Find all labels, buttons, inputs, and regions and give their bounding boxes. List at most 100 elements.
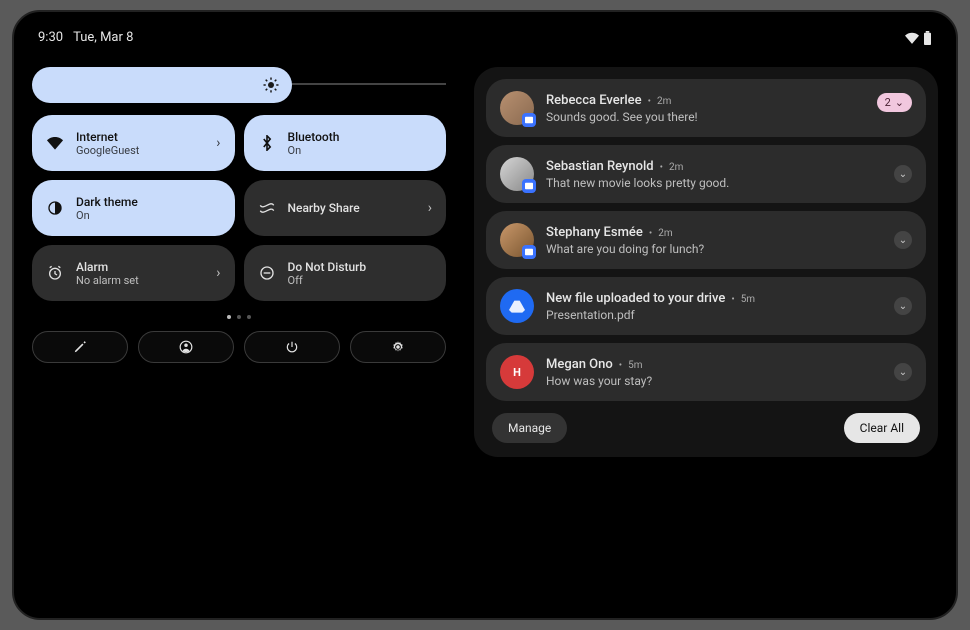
notification-sender: Stephany Esmée [546, 225, 643, 240]
dark-theme-icon [46, 199, 64, 217]
notification-message: How was your stay? [546, 374, 882, 388]
tile-title: Dark theme [76, 195, 221, 209]
chevron-down-icon: ⌄ [895, 96, 904, 109]
notification-item[interactable]: Rebecca Everlee • 2m Sounds good. See yo… [486, 79, 926, 137]
notification-actions: Manage Clear All [486, 409, 926, 445]
notification-count-pill[interactable]: 2 ⌄ [877, 93, 912, 112]
status-right [905, 30, 932, 45]
tile-wifi[interactable]: Internet GoogleGuest › [32, 115, 235, 171]
chevron-right-icon: › [216, 265, 220, 281]
tile-title: Do Not Disturb [288, 260, 433, 274]
tile-bluetooth[interactable]: Bluetooth On [244, 115, 447, 171]
nearby-share-icon [258, 199, 276, 217]
tile-title: Bluetooth [288, 130, 433, 144]
avatar [500, 223, 534, 257]
notification-message: Presentation.pdf [546, 308, 882, 322]
notification-item[interactable]: Sebastian Reynold • 2m That new movie lo… [486, 145, 926, 203]
expand-button[interactable]: ⌄ [894, 297, 912, 315]
page-dot [247, 315, 251, 319]
status-bar: 9:30 Tue, Mar 8 [32, 30, 938, 45]
screen: 9:30 Tue, Mar 8 [32, 30, 938, 600]
brightness-slider[interactable] [32, 67, 446, 103]
notification-sender: Sebastian Reynold [546, 159, 654, 174]
tile-title: Internet [76, 130, 204, 144]
page-indicator [32, 315, 446, 319]
chevron-down-icon: ⌄ [899, 235, 907, 246]
drive-icon [509, 299, 525, 313]
chevron-right-icon: › [216, 135, 220, 151]
gear-icon [391, 340, 405, 354]
battery-icon [923, 31, 932, 45]
notification-item[interactable]: H Megan Ono • 5m How was your stay? ⌄ [486, 343, 926, 401]
brightness-icon [262, 76, 280, 94]
tile-alarm[interactable]: Alarm No alarm set › [32, 245, 235, 301]
app-badge-icon [522, 245, 536, 259]
status-time: 9:30 [38, 30, 63, 45]
expand-button[interactable]: ⌄ [894, 231, 912, 249]
notification-message: That new movie looks pretty good. [546, 176, 882, 190]
page-dot [237, 315, 241, 319]
manage-button[interactable]: Manage [492, 413, 567, 443]
app-badge-icon [522, 113, 536, 127]
pencil-icon [73, 340, 87, 354]
notification-separator: • [731, 294, 734, 305]
tile-subtitle: No alarm set [76, 274, 204, 287]
chevron-down-icon: ⌄ [899, 367, 907, 378]
hotel-icon: H [513, 366, 521, 379]
page-dot [227, 315, 231, 319]
tablet-frame: 9:30 Tue, Mar 8 [12, 10, 958, 620]
clear-all-button[interactable]: Clear All [844, 413, 920, 443]
chevron-right-icon: › [428, 200, 432, 216]
tile-title: Alarm [76, 260, 204, 274]
power-icon [285, 340, 299, 354]
notification-separator: • [660, 162, 663, 173]
edit-button[interactable] [32, 331, 128, 363]
notification-separator: • [648, 96, 651, 107]
notification-sender: Rebecca Everlee [546, 93, 642, 108]
tile-do-not-disturb[interactable]: Do Not Disturb Off [244, 245, 447, 301]
notification-sender: Megan Ono [546, 357, 613, 372]
notification-time: 2m [669, 162, 683, 173]
chevron-down-icon: ⌄ [899, 169, 907, 180]
notification-separator: • [649, 228, 652, 239]
notification-item[interactable]: New file uploaded to your drive • 5m Pre… [486, 277, 926, 335]
status-left: 9:30 Tue, Mar 8 [38, 30, 133, 45]
count-value: 2 [885, 96, 891, 109]
avatar [500, 157, 534, 191]
notification-time: 2m [657, 96, 671, 107]
notification-separator: • [619, 360, 622, 371]
tile-nearby-share[interactable]: Nearby Share › [244, 180, 447, 236]
notification-message: Sounds good. See you there! [546, 110, 912, 124]
tile-subtitle: On [288, 144, 433, 157]
notification-time: 5m [741, 294, 755, 305]
notification-sender: New file uploaded to your drive [546, 291, 725, 306]
avatar: H [500, 355, 534, 389]
app-badge-icon [522, 179, 536, 193]
bluetooth-icon [258, 134, 276, 152]
power-button[interactable] [244, 331, 340, 363]
tile-title: Nearby Share [288, 201, 416, 215]
avatar [500, 91, 534, 125]
notification-message: What are you doing for lunch? [546, 242, 882, 256]
user-icon [179, 340, 193, 354]
wifi-icon [46, 134, 64, 152]
quick-settings-panel: Internet GoogleGuest › Bluetooth On [32, 67, 446, 457]
tile-dark-theme[interactable]: Dark theme On [32, 180, 235, 236]
expand-button[interactable]: ⌄ [894, 363, 912, 381]
settings-button[interactable] [350, 331, 446, 363]
alarm-icon [46, 264, 64, 282]
tile-subtitle: GoogleGuest [76, 144, 204, 157]
expand-button[interactable]: ⌄ [894, 165, 912, 183]
wifi-icon [905, 32, 919, 44]
dnd-icon [258, 264, 276, 282]
notification-panel: Rebecca Everlee • 2m Sounds good. See yo… [474, 67, 938, 457]
user-button[interactable] [138, 331, 234, 363]
tile-subtitle: On [76, 209, 221, 222]
avatar [500, 289, 534, 323]
chevron-down-icon: ⌄ [899, 301, 907, 312]
qs-grid: Internet GoogleGuest › Bluetooth On [32, 115, 446, 301]
content: Internet GoogleGuest › Bluetooth On [32, 67, 938, 457]
tile-subtitle: Off [288, 274, 433, 287]
notification-item[interactable]: Stephany Esmée • 2m What are you doing f… [486, 211, 926, 269]
status-date: Tue, Mar 8 [73, 30, 133, 45]
